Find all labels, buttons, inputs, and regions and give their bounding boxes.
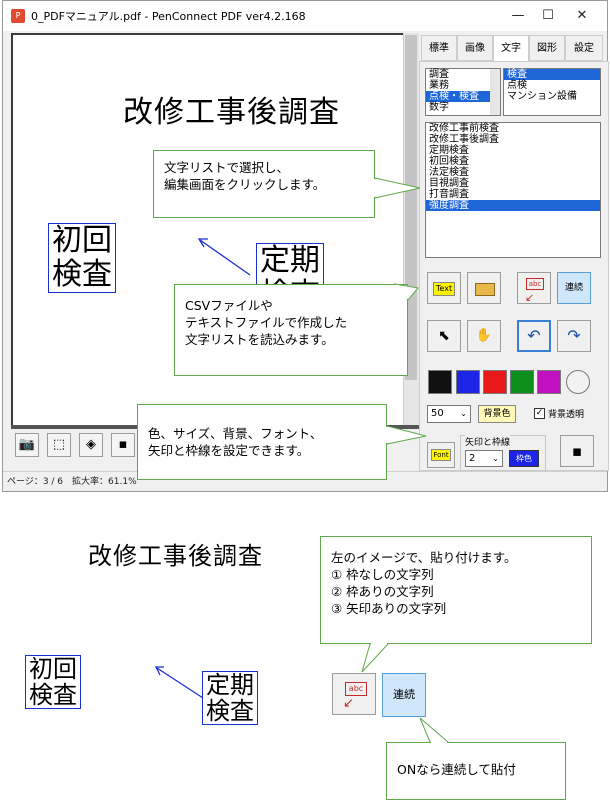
sample-arrow-line [156, 667, 204, 699]
sample-arrow-head [154, 666, 164, 676]
callout-tail [419, 717, 450, 743]
callout-tail [386, 425, 427, 445]
canvas-arrow-line [199, 239, 251, 276]
callout-tail [374, 177, 421, 199]
annotation-overlay [154, 177, 450, 743]
callout-tail [361, 643, 390, 673]
